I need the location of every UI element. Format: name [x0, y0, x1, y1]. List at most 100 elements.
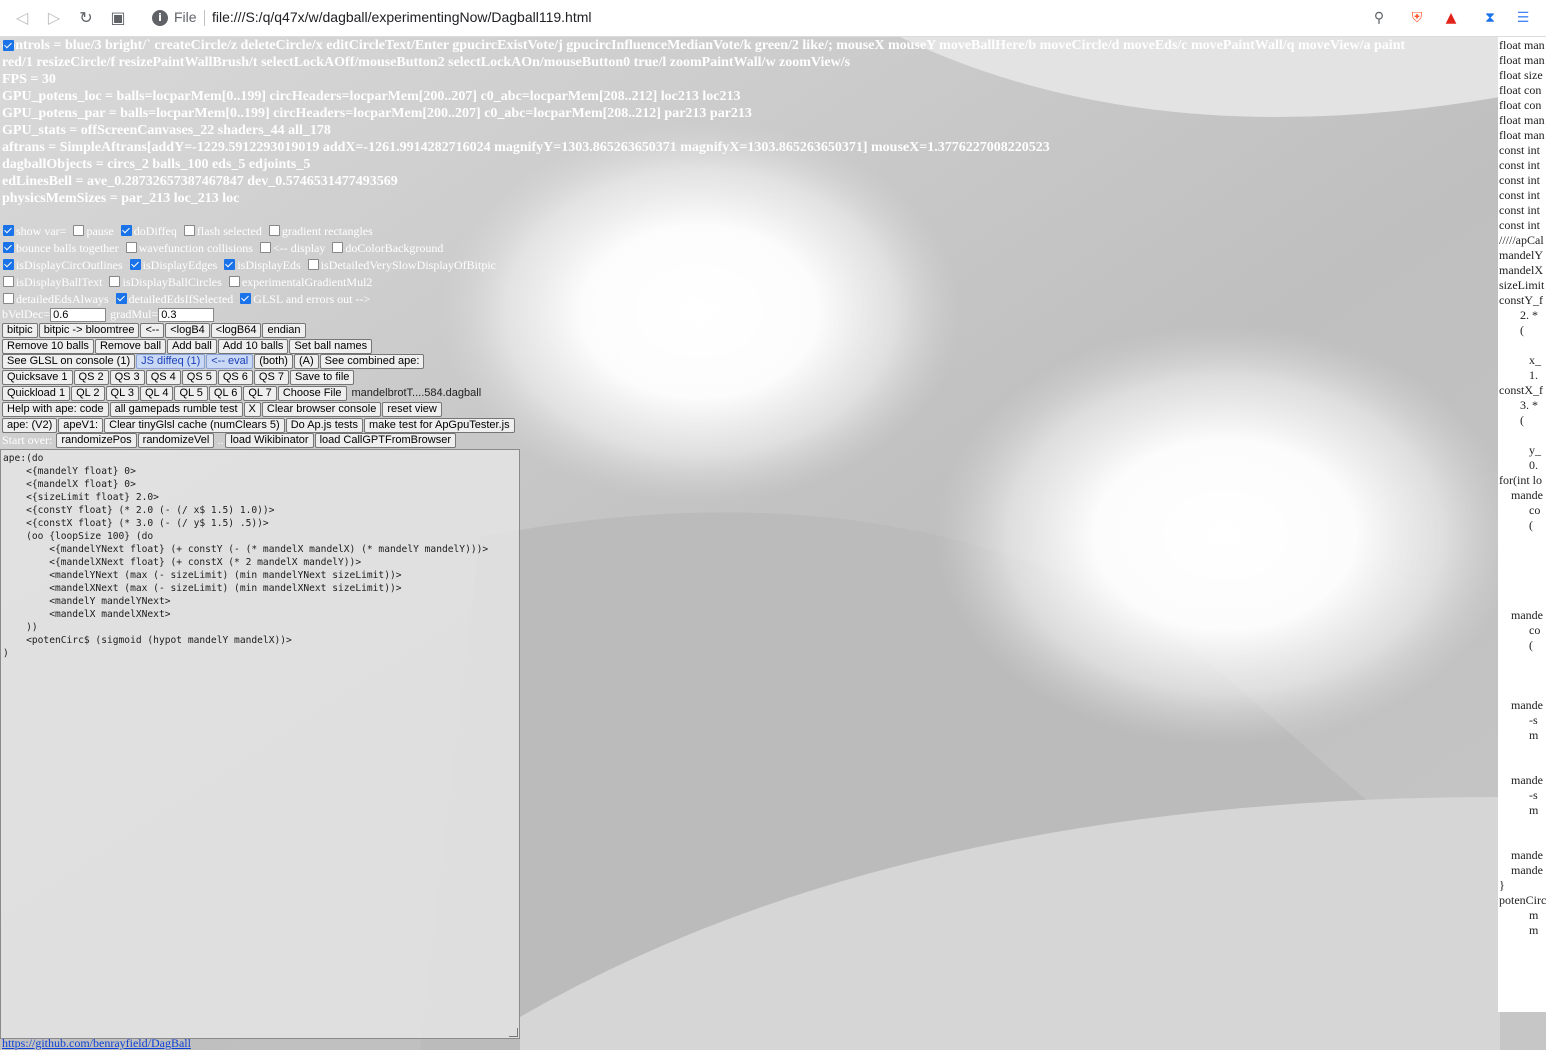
- button-add-ball[interactable]: Add ball: [167, 339, 217, 354]
- url-text[interactable]: file:///S:/q/q47x/w/dagball/experimentin…: [212, 9, 592, 25]
- bookmark-icon[interactable]: ▣: [108, 8, 128, 28]
- button-logb64[interactable]: <logB64: [210, 323, 262, 338]
- checkbox-glsl-and-errors-out[interactable]: [240, 293, 252, 304]
- button-reset-view[interactable]: reset view: [382, 402, 442, 417]
- ape-code-editor[interactable]: ape:(do <{mandelY float} 0> <{mandelX fl…: [0, 449, 520, 1039]
- checkbox-experimentalgradientmul2[interactable]: [228, 276, 240, 287]
- info-icon[interactable]: i: [152, 10, 168, 26]
- address-bar[interactable]: i File file:///S:/q/q47x/w/dagball/exper…: [140, 5, 1394, 31]
- back-icon[interactable]: ◁: [12, 8, 32, 28]
- checkbox-isdisplayeds[interactable]: [224, 259, 236, 270]
- button-ql-6[interactable]: QL 6: [208, 386, 243, 401]
- button-bitpic[interactable]: bitpic: [2, 323, 38, 338]
- button-help-with-ape-code[interactable]: Help with ape: code: [2, 402, 109, 417]
- checkbox-isdisplayedges[interactable]: [129, 259, 141, 270]
- button-both[interactable]: (both): [254, 354, 293, 369]
- button-clear-browser-console[interactable]: Clear browser console: [261, 402, 382, 417]
- button-qs-2[interactable]: QS 2: [73, 370, 109, 385]
- vel-dec-input[interactable]: [50, 308, 107, 323]
- button-ql-7[interactable]: QL 7: [243, 386, 277, 401]
- button-see-glsl-on-console-1[interactable]: See GLSL on console (1): [2, 354, 136, 369]
- checkbox-label: doDiffeq: [133, 224, 177, 238]
- controls-checkbox[interactable]: [3, 40, 14, 51]
- checkbox-row-3: isDisplayCircOutlines isDisplayEdges isDis…: [2, 257, 502, 273]
- button-randomizepos[interactable]: randomizePos: [56, 433, 137, 448]
- button-remove-10-balls[interactable]: Remove 10 balls: [2, 339, 94, 354]
- button-qs-5[interactable]: QS 5: [181, 370, 217, 385]
- button-see-combined-ape[interactable]: See combined ape:: [319, 354, 425, 369]
- button-choose-file[interactable]: Choose File: [277, 386, 347, 401]
- button-x[interactable]: X: [243, 402, 261, 417]
- button-ql-3[interactable]: QL 3: [105, 386, 139, 401]
- button-qs-6[interactable]: QS 6: [217, 370, 253, 385]
- fps-text: FPS = 30: [2, 72, 56, 87]
- button-quicksave-1[interactable]: Quicksave 1: [2, 370, 73, 385]
- checkbox-wavefunction-collisions[interactable]: [125, 242, 137, 253]
- start-over-label: Start over:: [2, 433, 53, 447]
- zoom-icon[interactable]: ⚲: [1370, 9, 1388, 27]
- checkbox-label: isDetailedVerySlowDisplayOfBitpic: [320, 258, 496, 272]
- checkbox-label: GLSL and errors out -->: [253, 292, 371, 306]
- button-endian[interactable]: endian: [262, 323, 306, 338]
- checkbox-label: detailedEdsAlways: [16, 292, 109, 306]
- checkbox-docolorbackground[interactable]: [332, 242, 344, 253]
- button-ape-v2[interactable]: ape: (V2): [2, 418, 58, 433]
- extension-icon[interactable]: ⧗: [1481, 9, 1499, 27]
- button-save-to-file[interactable]: Save to file: [290, 370, 355, 385]
- button-ql-4[interactable]: QL 4: [140, 386, 174, 401]
- param-fields: bVelDec= gradMul=: [2, 307, 218, 323]
- button-ql-2[interactable]: QL 2: [71, 386, 105, 401]
- checkbox-isdisplaycircoutlines[interactable]: [3, 259, 14, 270]
- checkbox-pause[interactable]: [73, 225, 85, 236]
- glow-circle-1[interactable]: [440, 122, 960, 502]
- button-js-diffeq-1[interactable]: JS diffeq (1): [136, 354, 206, 369]
- button-load-callgptfrombrowser[interactable]: load CallGPTFromBrowser: [314, 433, 456, 448]
- button-all-gamepads-rumble-test[interactable]: all gamepads rumble test: [109, 402, 243, 417]
- checkbox-gradient-rectangles[interactable]: [268, 225, 280, 236]
- checkbox-isdisplayballtext[interactable]: [3, 276, 14, 287]
- checkbox-dodiffeq[interactable]: [120, 225, 132, 236]
- checkbox-isdisplayballcircles[interactable]: [109, 276, 121, 287]
- checkbox-show-var[interactable]: [3, 225, 14, 236]
- resize-handle-icon[interactable]: [509, 1028, 518, 1037]
- button-do-ap-js-tests[interactable]: Do Ap.js tests: [285, 418, 363, 433]
- checkbox-detailededsalways[interactable]: [3, 293, 14, 304]
- glow-circle-2[interactable]: [935, 325, 1515, 745]
- grad-mul-input[interactable]: [158, 308, 215, 323]
- checkbox-detailededsifselected[interactable]: [115, 293, 127, 304]
- button-clear-tinyglsl-cache-numclears-5[interactable]: Clear tinyGlsl cache (numClears 5): [104, 418, 285, 433]
- button-a[interactable]: (A): [293, 354, 319, 369]
- checkbox-display[interactable]: [259, 242, 271, 253]
- translate-icon[interactable]: ☰: [1514, 9, 1532, 27]
- button-apev1[interactable]: apeV1:: [58, 418, 104, 433]
- button-logb4[interactable]: <logB4: [165, 323, 210, 338]
- button-eval[interactable]: <-- eval: [206, 354, 254, 369]
- button-add-10-balls[interactable]: Add 10 balls: [217, 339, 289, 354]
- button-qs-3[interactable]: QS 3: [109, 370, 145, 385]
- vel-dec-label: bVelDec=: [2, 307, 51, 321]
- reload-icon[interactable]: ↻: [76, 8, 96, 28]
- brave-shield-icon[interactable]: ⛨: [1408, 9, 1426, 27]
- checkbox-bounce-balls-together[interactable]: [3, 242, 14, 253]
- button-set-ball-names[interactable]: Set ball names: [289, 339, 373, 354]
- scheme-label: File: [174, 9, 197, 25]
- checkbox-label: isDisplayCircOutlines: [16, 258, 123, 272]
- checkbox-flash-selected[interactable]: [183, 225, 195, 236]
- rewards-triangle-icon[interactable]: ▲: [1442, 9, 1460, 27]
- checkbox-label: isDisplayBallText: [16, 275, 103, 289]
- button-ql-5[interactable]: QL 5: [174, 386, 208, 401]
- button-load-wikibinator[interactable]: load Wikibinator: [225, 433, 314, 448]
- button-qs-4[interactable]: QS 4: [145, 370, 181, 385]
- button-item[interactable]: <--: [140, 323, 165, 338]
- forward-icon[interactable]: ▷: [44, 8, 64, 28]
- checkbox-isdetailedveryslowdisplayofbitpic[interactable]: [307, 259, 319, 270]
- github-link[interactable]: https://github.com/benrayfield/DagBall: [2, 1036, 191, 1050]
- ape-code-text[interactable]: ape:(do <{mandelY float} 0> <{mandelX fl…: [3, 452, 488, 660]
- checkbox-label: show var=: [16, 224, 67, 238]
- button-make-test-for-apgputester-js[interactable]: make test for ApGpuTester.js: [363, 418, 515, 433]
- button-remove-ball[interactable]: Remove ball: [94, 339, 167, 354]
- button-randomizevel[interactable]: randomizeVel: [137, 433, 215, 448]
- button-quickload-1[interactable]: Quickload 1: [2, 386, 71, 401]
- button-qs-7[interactable]: QS 7: [253, 370, 289, 385]
- button-bitpic-bloomtree[interactable]: bitpic -> bloomtree: [38, 323, 140, 338]
